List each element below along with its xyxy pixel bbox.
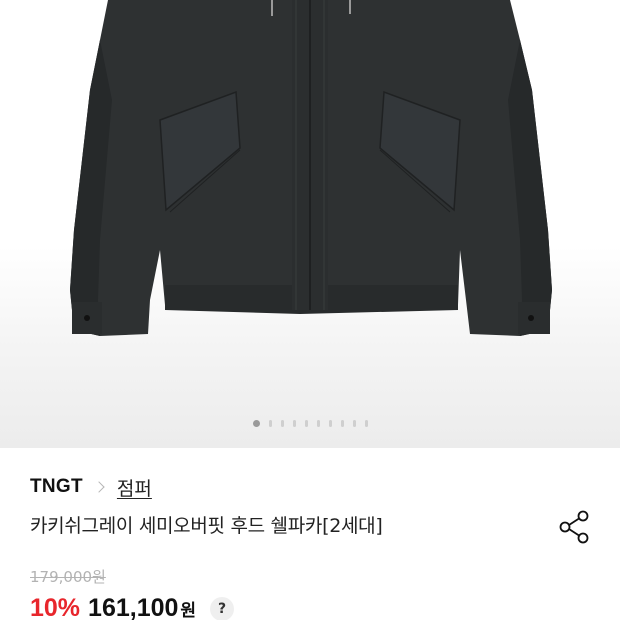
pagination-dot[interactable] xyxy=(316,419,320,427)
sale-price: 161,100 xyxy=(88,594,179,620)
price-help-icon[interactable]: ? xyxy=(210,597,235,620)
pagination-dot[interactable] xyxy=(340,419,344,427)
share-icon xyxy=(559,510,589,544)
discount-rate: 10% xyxy=(30,594,81,620)
product-title: 카키쉬그레이 세미오버핏 후드 쉘파카[2세대] xyxy=(30,515,383,537)
chevron-right-icon xyxy=(93,481,105,493)
product-info: TNGT 점퍼 카키쉬그레이 세미오버핏 후드 쉘파카[2세대] 179,000… xyxy=(0,448,620,620)
pagination-dot[interactable] xyxy=(352,419,356,427)
category-link[interactable]: 점퍼 xyxy=(117,474,152,501)
pagination-dot[interactable] xyxy=(268,419,272,427)
product-image-gallery[interactable] xyxy=(0,0,620,448)
pagination-dot[interactable] xyxy=(280,419,284,427)
pagination-dot[interactable] xyxy=(252,419,260,427)
pagination-dot[interactable] xyxy=(304,419,308,427)
pagination-dot[interactable] xyxy=(328,419,332,427)
original-price: 179,000원 xyxy=(30,568,106,586)
breadcrumb: TNGT 점퍼 xyxy=(30,474,152,501)
gallery-pagination[interactable] xyxy=(0,419,620,427)
pagination-dot[interactable] xyxy=(364,419,368,427)
product-image xyxy=(70,0,552,336)
pagination-dot[interactable] xyxy=(292,419,296,427)
price-row: 10% 161,100 원 ? xyxy=(30,594,235,620)
brand-link[interactable]: TNGT xyxy=(30,476,83,498)
share-button[interactable] xyxy=(558,510,592,544)
currency-unit: 원 xyxy=(180,601,197,620)
